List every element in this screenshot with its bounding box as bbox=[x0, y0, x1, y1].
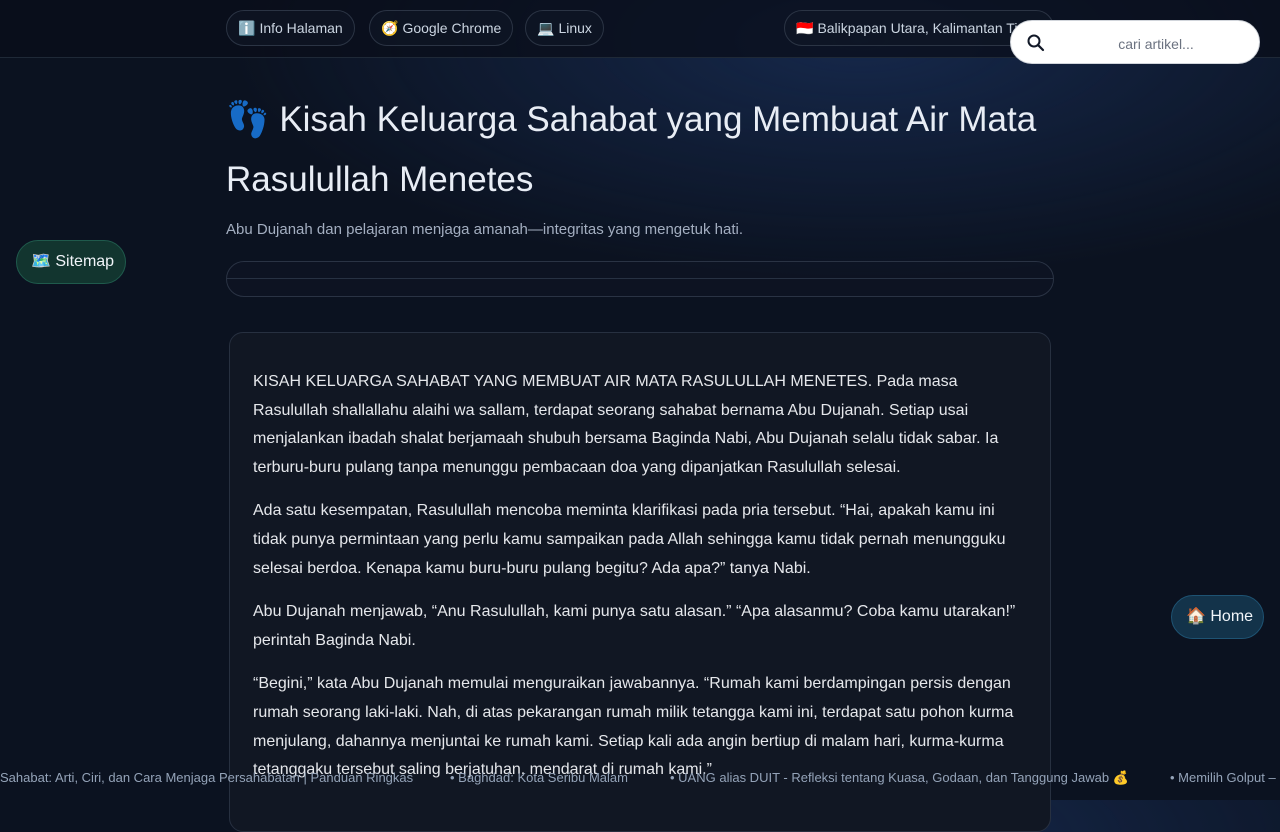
ticker-link[interactable]: • Baghdad: Kota Seribu Malam bbox=[450, 770, 628, 785]
search-box[interactable] bbox=[1010, 20, 1260, 64]
ticker-link[interactable]: • UANG alias DUIT - Refleksi tentang Kua… bbox=[670, 770, 1129, 786]
footprints-icon: 👣 bbox=[226, 100, 270, 139]
sitemap-button[interactable]: 🗺️ Sitemap bbox=[16, 240, 126, 284]
page-title: 👣 Kisah Keluarga Sahabat yang Membuat Ai… bbox=[226, 90, 1056, 210]
article-paragraph: KISAH KELUARGA SAHABAT YANG MEMBUAT AIR … bbox=[253, 373, 999, 476]
page-subtitle: Abu Dujanah dan pelajaran menjaga amanah… bbox=[226, 221, 744, 238]
map-icon: 🗺️ bbox=[31, 253, 51, 270]
browser-chip[interactable]: 🧭 Google Chrome bbox=[369, 10, 514, 46]
location-label: Balikpapan Utara, Kalimantan Timur bbox=[817, 20, 1042, 36]
news-ticker: Sahabat: Arti, Ciri, dan Cara Menjaga Pe… bbox=[0, 760, 1280, 796]
laptop-icon: 💻 bbox=[537, 20, 555, 36]
article-card: KISAH KELUARGA SAHABAT YANG MEMBUAT AIR … bbox=[229, 332, 1051, 832]
ticker-link[interactable]: • Memilih Golput – bbox=[1170, 770, 1276, 785]
info-halaman-chip[interactable]: ℹ️ Info Halaman bbox=[226, 10, 355, 46]
article-paragraph: Abu Dujanah menjawab, “Anu Rasulullah, k… bbox=[253, 603, 1016, 649]
divider-line bbox=[227, 278, 1053, 279]
os-label: Linux bbox=[558, 20, 592, 36]
os-chip[interactable]: 💻 Linux bbox=[525, 10, 604, 46]
compass-icon: 🧭 bbox=[381, 20, 399, 36]
search-icon bbox=[1027, 34, 1045, 52]
info-icon: ℹ️ bbox=[238, 20, 256, 36]
home-label: Home bbox=[1210, 608, 1254, 625]
house-icon: 🏠 bbox=[1186, 608, 1206, 625]
ticker-link[interactable]: Sahabat: Arti, Ciri, dan Cara Menjaga Pe… bbox=[0, 770, 413, 785]
search-input[interactable] bbox=[1059, 29, 1253, 59]
article-divider-bar bbox=[226, 261, 1054, 297]
home-button[interactable]: 🏠 Home bbox=[1171, 595, 1264, 639]
browser-label: Google Chrome bbox=[402, 20, 502, 36]
indonesia-flag-icon: 🇮🇩 bbox=[796, 20, 814, 36]
page-title-text: Kisah Keluarga Sahabat yang Membuat Air … bbox=[226, 100, 1037, 199]
article-paragraph: Ada satu kesempatan, Rasulullah mencoba … bbox=[253, 502, 1006, 577]
info-halaman-label: Info Halaman bbox=[259, 20, 343, 36]
sitemap-label: Sitemap bbox=[55, 253, 115, 270]
